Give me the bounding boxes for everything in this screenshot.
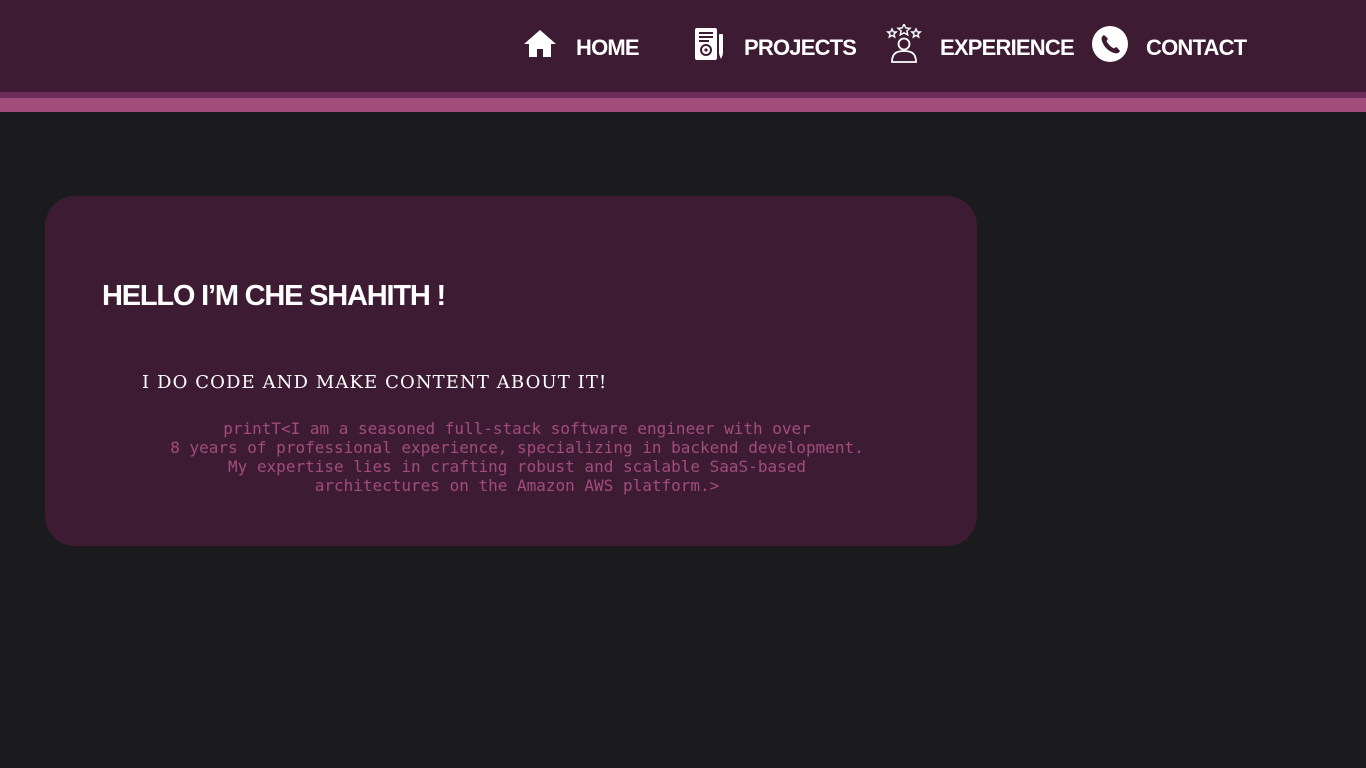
nav-item-home[interactable]: HOME xyxy=(520,22,640,66)
home-icon xyxy=(520,24,560,64)
nav-item-experience[interactable]: EXPERIENCE xyxy=(884,22,1075,66)
user-stars-icon xyxy=(884,24,924,64)
nav-item-contact[interactable]: CONTACT xyxy=(1090,22,1247,66)
nav-item-projects[interactable]: PROJECTS xyxy=(688,22,857,66)
hero-title: HELLO I’M CHE SHAHITH ! xyxy=(102,280,446,312)
nav-label-contact: CONTACT xyxy=(1146,35,1247,60)
nav-label-home: HOME xyxy=(576,35,640,60)
document-gear-icon xyxy=(688,24,728,64)
nav-label-experience: EXPERIENCE xyxy=(940,35,1075,60)
nav-label-projects: PROJECTS xyxy=(744,35,857,60)
hero-bio: printT<I am a seasoned full-stack softwa… xyxy=(170,419,864,495)
hero-tagline: I DO CODE AND MAKE CONTENT ABOUT IT! xyxy=(142,372,608,393)
header-divider-light xyxy=(0,98,1366,112)
phone-icon xyxy=(1090,24,1130,64)
top-navigation-bar: HOME PROJECTS EXPERIENCE CONTACT xyxy=(0,0,1366,92)
intro-card: HELLO I’M CHE SHAHITH ! I DO CODE AND MA… xyxy=(45,196,977,546)
